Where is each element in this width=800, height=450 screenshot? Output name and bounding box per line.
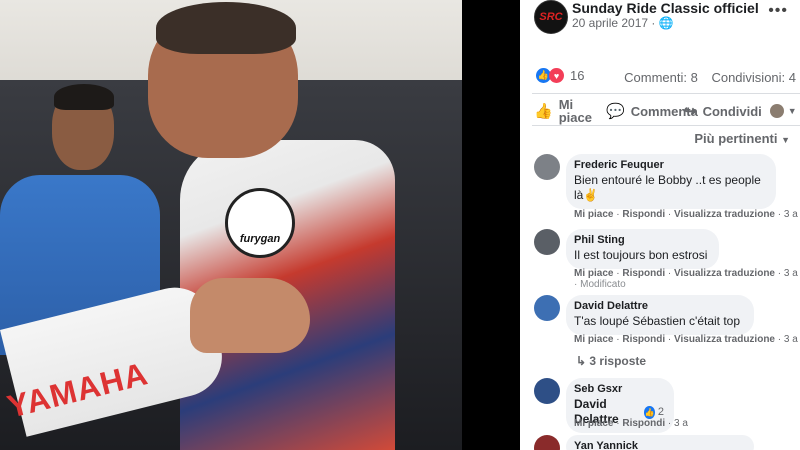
divider — [532, 93, 800, 94]
comment-reply-link[interactable]: Rispondi — [622, 334, 665, 345]
chevron-down-icon: ▼ — [781, 135, 790, 145]
page-name-link[interactable]: Sunday Ride Classic officiel — [572, 0, 759, 16]
commenter-name[interactable]: Frederic Feuquer — [574, 159, 766, 171]
comment-time[interactable]: 3 a — [784, 334, 798, 345]
like-reaction-icon: 👍 — [644, 405, 655, 419]
comment-reply-link[interactable]: Rispondi — [622, 209, 665, 220]
left-man-hair — [54, 84, 114, 110]
like-button[interactable]: 👍 Mi piace — [534, 98, 594, 124]
comment-meta: Mi piace · Rispondi · Visualizza traduzi… — [574, 209, 798, 220]
chevron-down-icon: ▼ — [787, 106, 797, 116]
comment-like-link[interactable]: Mi piace — [574, 418, 613, 429]
view-replies-link[interactable]: ↳ 3 risposte — [576, 354, 646, 368]
post-photo[interactable]: furygan YAMAHA — [0, 0, 520, 450]
reaction-count: 16 — [570, 68, 585, 83]
photo-letterbox — [462, 0, 520, 450]
post-date[interactable]: 20 aprile 2017 · 🌐 — [572, 16, 674, 30]
comment-like-link[interactable]: Mi piace — [574, 209, 613, 220]
avatar[interactable] — [534, 378, 560, 404]
love-reaction-icon: ♥ — [549, 68, 564, 83]
main-man-hair — [156, 2, 296, 54]
share-arrow-icon: ↪ — [684, 103, 697, 120]
shares-count-link[interactable]: Condivisioni: 4 — [711, 70, 796, 85]
edited-label[interactable]: · Modificato — [574, 279, 626, 290]
avatar[interactable] — [534, 435, 560, 450]
comment-bubble: Yan Yannick — [566, 435, 754, 450]
comment-meta: Mi piace · Rispondi · 3 a — [574, 418, 688, 429]
comment-time[interactable]: 3 a — [674, 418, 688, 429]
reply-arrow-icon: ↳ — [576, 354, 587, 368]
comment-reply-link[interactable]: Rispondi — [622, 268, 665, 279]
commenter-name[interactable]: Yan Yannick — [574, 440, 744, 450]
comment-meta: Mi piace · Rispondi · Visualizza traduzi… — [574, 334, 798, 345]
share-button[interactable]: ↪ Condividi ▼ — [684, 102, 797, 120]
comment-time[interactable]: 3 a — [784, 268, 798, 279]
divider — [532, 125, 800, 126]
page-avatar[interactable]: SRC — [534, 0, 568, 34]
post-panel: SRC Sunday Ride Classic officiel 20 apri… — [520, 0, 800, 450]
translate-link[interactable]: Visualizza traduzione — [674, 334, 775, 345]
translate-link[interactable]: Visualizza traduzione — [674, 268, 775, 279]
hand — [190, 278, 310, 353]
reactions-summary[interactable]: 👍 ♥ 16 — [536, 68, 584, 83]
comment-text: T'as loupé Sébastien c'était top — [574, 314, 741, 328]
more-dots-icon[interactable]: ••• — [768, 2, 788, 20]
comment-text: Il est toujours bon estrosi — [574, 248, 708, 262]
comment-bubble: David Delattre T'as loupé Sébastien c'ét… — [566, 295, 754, 335]
comment-bubble: Phil Sting Il est toujours bon estrosi — [566, 229, 719, 269]
comment-reply-link[interactable]: Rispondi — [622, 418, 665, 429]
globe-icon: 🌐 — [658, 16, 674, 30]
comment-like-link[interactable]: Mi piace — [574, 268, 613, 279]
avatar[interactable] — [534, 154, 560, 180]
translate-link[interactable]: Visualizza traduzione — [674, 209, 775, 220]
commenter-name[interactable]: Seb Gsxr — [574, 383, 664, 395]
thumbs-up-icon: 👍 — [534, 102, 553, 120]
furygan-badge: furygan — [225, 188, 295, 258]
comment-text: Bien entouré le Bobby ..t es people là✌ — [574, 173, 761, 202]
share-audience-avatar — [769, 104, 784, 118]
comment-bubble-icon: 💬 — [606, 103, 625, 120]
comments-count-link[interactable]: Commenti: 8 — [624, 70, 698, 85]
avatar[interactable] — [534, 295, 560, 321]
post-actions: 👍 Mi piace 💬 Commenta ↪ Condividi ▼ — [532, 96, 800, 126]
post-counts: Commenti: 8 Condivisioni: 4 — [614, 70, 796, 85]
comment-like-link[interactable]: Mi piace — [574, 334, 613, 345]
avatar[interactable] — [534, 229, 560, 255]
comment-bubble: Frederic Feuquer Bien entouré le Bobby .… — [566, 154, 776, 209]
commenter-name[interactable]: Phil Sting — [574, 234, 709, 246]
comment-meta: Mi piace · Rispondi · Visualizza traduzi… — [574, 268, 798, 279]
comment-time[interactable]: 3 a — [784, 209, 798, 220]
commenter-name[interactable]: David Delattre — [574, 300, 744, 312]
comment-sort-dropdown[interactable]: Più pertinenti ▼ — [694, 131, 790, 146]
